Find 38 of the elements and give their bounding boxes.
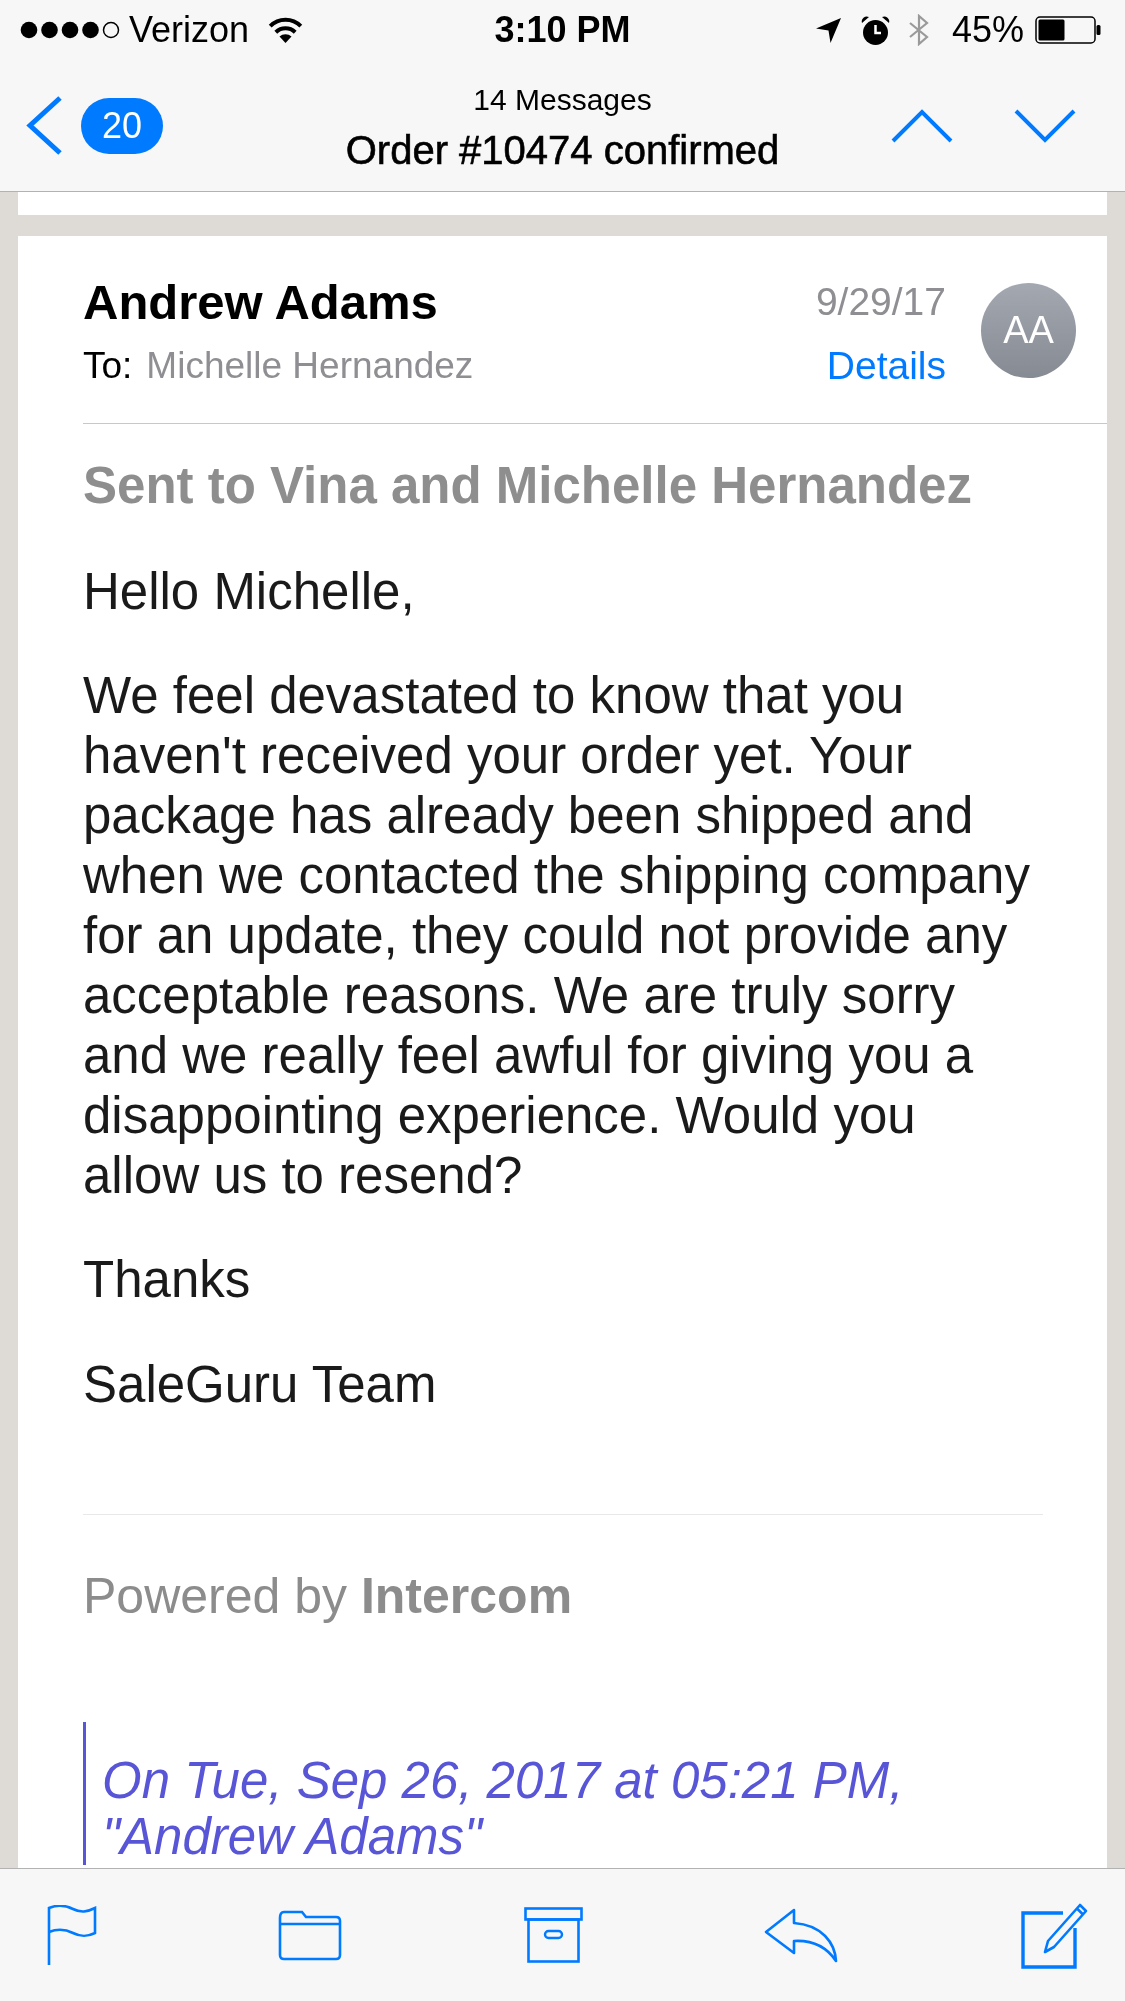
wifi-icon bbox=[267, 16, 305, 44]
battery-icon bbox=[1035, 16, 1101, 44]
alarm-clock-icon bbox=[859, 14, 891, 46]
closing-text: Thanks bbox=[83, 1250, 252, 1310]
flag-icon bbox=[47, 1904, 97, 1966]
powered-by-text: Powered by Intercom bbox=[83, 1567, 574, 1626]
reply-button[interactable] bbox=[763, 1907, 838, 1963]
sender-avatar: AA bbox=[981, 283, 1076, 378]
sender-name: Andrew Adams bbox=[83, 274, 439, 331]
back-button[interactable]: 20 bbox=[25, 95, 163, 156]
conversation-title: Order #10474 confirmed bbox=[345, 127, 780, 174]
recipients-heading: Sent to Vina and Michelle Hernandez bbox=[83, 456, 973, 516]
signature-text: SaleGuru Team bbox=[83, 1355, 438, 1415]
greeting-text: Hello Michelle, bbox=[83, 562, 416, 622]
reply-arrow-icon bbox=[763, 1907, 838, 1963]
quoted-message-header: On Tue, Sep 26, 2017 at 05:21 PM, "Andrew Adams" bbox=[102, 1753, 905, 1865]
next-message-button[interactable] bbox=[1014, 108, 1076, 143]
location-arrow-icon bbox=[814, 16, 842, 44]
to-label: To: bbox=[83, 344, 133, 388]
folder-button[interactable] bbox=[278, 1909, 343, 1961]
recipient-name: Michelle Hernandez bbox=[146, 344, 474, 388]
archive-box-icon bbox=[523, 1907, 583, 1963]
signal-strength-icon bbox=[20, 21, 120, 39]
battery-percentage: 45% bbox=[951, 9, 1024, 51]
message-paragraph: We feel devastated to know that you haven't received your order yet. Your package has already been shipped and when we contacted the shipping company for an update, they could not provide any acceptable reasons. We are truly sorry and we really feel awful for giving you a disappointing experience. Would you allow us to resend? bbox=[83, 666, 1031, 1206]
message-count-badge: 20 bbox=[81, 97, 163, 154]
chevron-up-icon bbox=[891, 108, 953, 143]
flag-button[interactable] bbox=[47, 1904, 97, 1966]
chevron-down-icon bbox=[1014, 108, 1076, 143]
back-chevron-icon bbox=[25, 95, 63, 156]
previous-message-button[interactable] bbox=[891, 108, 953, 143]
carrier-name: Verizon bbox=[129, 9, 250, 51]
message-date: 9/29/17 bbox=[815, 279, 946, 325]
folder-icon bbox=[278, 1909, 343, 1961]
archive-button[interactable] bbox=[523, 1907, 583, 1963]
details-link[interactable]: Details bbox=[826, 344, 946, 388]
clock-time: 3:10 PM bbox=[494, 9, 631, 51]
message-count-text: 14 Messages bbox=[473, 82, 652, 118]
